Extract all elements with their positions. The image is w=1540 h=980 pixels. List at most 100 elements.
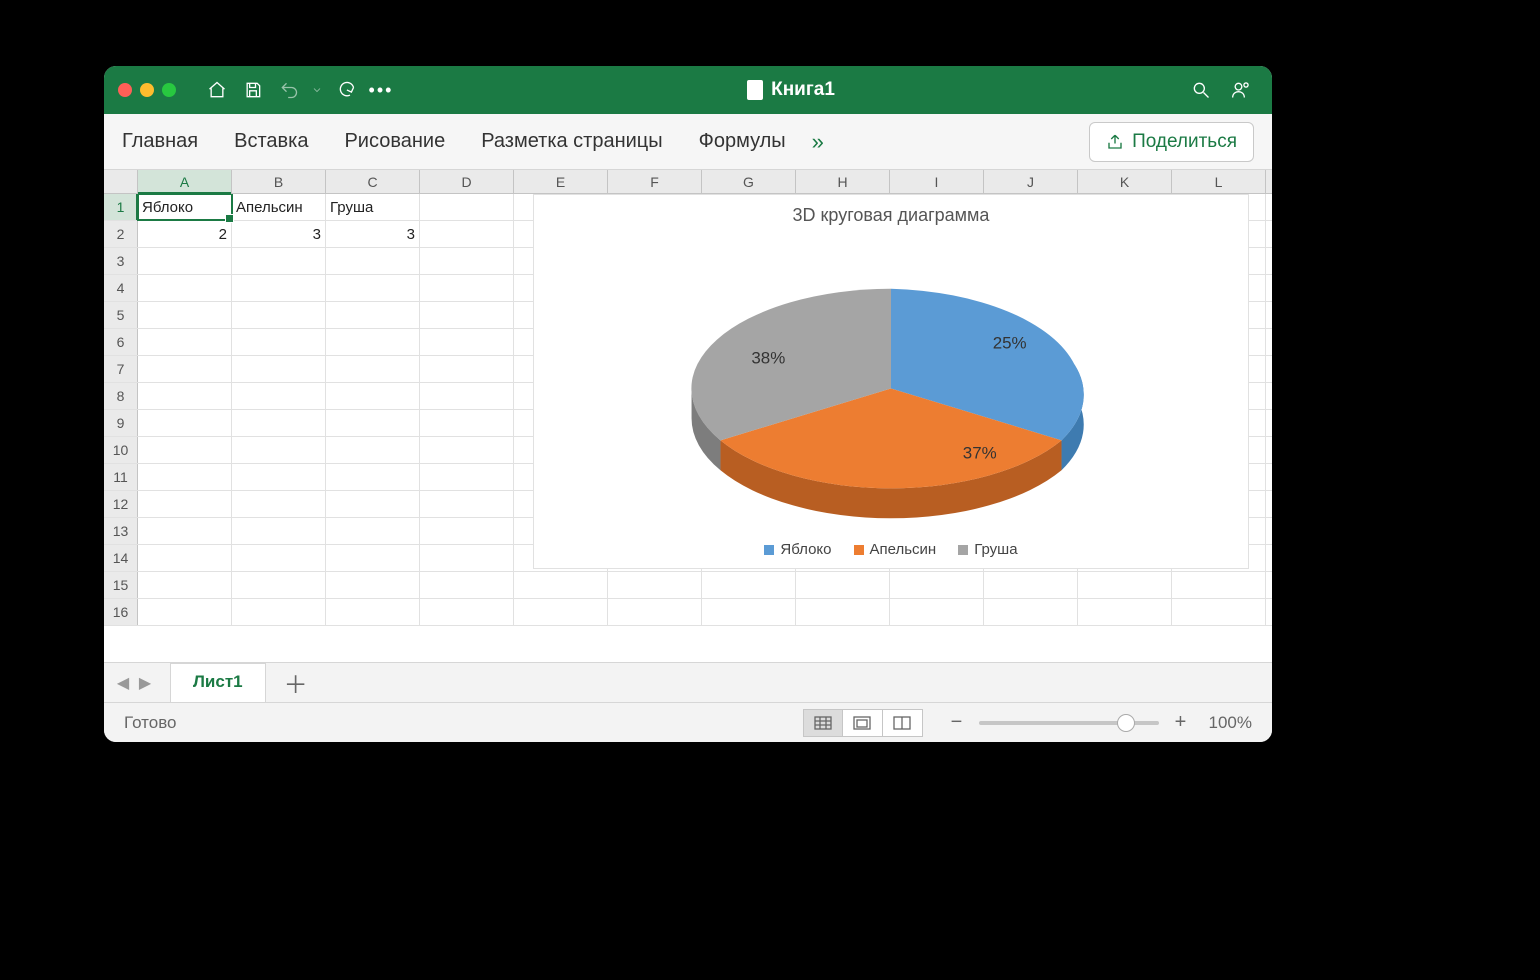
- cell[interactable]: [232, 464, 326, 490]
- cell[interactable]: [514, 572, 608, 598]
- row-header[interactable]: 12: [104, 491, 138, 517]
- save-button[interactable]: [236, 73, 270, 107]
- tab-overflow-icon[interactable]: »: [812, 129, 824, 155]
- cell[interactable]: [420, 329, 514, 355]
- cell[interactable]: [138, 437, 232, 463]
- cell[interactable]: [326, 491, 420, 517]
- share-button[interactable]: Поделиться: [1089, 122, 1254, 162]
- cell[interactable]: [514, 599, 608, 625]
- row-header[interactable]: 13: [104, 518, 138, 544]
- cell[interactable]: [420, 572, 514, 598]
- row-header[interactable]: 5: [104, 302, 138, 328]
- view-normal-button[interactable]: [803, 709, 843, 737]
- cell[interactable]: [420, 383, 514, 409]
- cell[interactable]: [138, 410, 232, 436]
- zoom-slider[interactable]: [979, 721, 1159, 725]
- cell[interactable]: [420, 464, 514, 490]
- select-all-corner[interactable]: [104, 170, 138, 193]
- cell[interactable]: [138, 248, 232, 274]
- cell[interactable]: [326, 248, 420, 274]
- cell[interactable]: [138, 302, 232, 328]
- cell[interactable]: [138, 572, 232, 598]
- row-header[interactable]: 9: [104, 410, 138, 436]
- row-header[interactable]: 2: [104, 221, 138, 247]
- sheet-nav-next-icon[interactable]: ▶: [134, 673, 156, 693]
- cell[interactable]: [138, 356, 232, 382]
- column-headers[interactable]: ABCDEFGHIJKL: [104, 170, 1272, 194]
- tab-formulas[interactable]: Формулы: [699, 130, 786, 153]
- cell[interactable]: [138, 275, 232, 301]
- home-button[interactable]: [200, 73, 234, 107]
- cell[interactable]: [138, 518, 232, 544]
- cell[interactable]: [232, 545, 326, 571]
- redo-button[interactable]: [328, 73, 362, 107]
- tab-page-layout[interactable]: Разметка страницы: [481, 130, 662, 153]
- cell[interactable]: [138, 464, 232, 490]
- close-window-icon[interactable]: [118, 83, 132, 97]
- column-header[interactable]: J: [984, 170, 1078, 193]
- cell[interactable]: [796, 599, 890, 625]
- zoom-in-button[interactable]: +: [1171, 711, 1191, 734]
- cell[interactable]: [702, 599, 796, 625]
- row-header[interactable]: 4: [104, 275, 138, 301]
- cell[interactable]: [232, 275, 326, 301]
- cell[interactable]: [420, 194, 514, 220]
- cell[interactable]: [702, 572, 796, 598]
- cell[interactable]: [1172, 572, 1266, 598]
- tab-draw[interactable]: Рисование: [344, 130, 445, 153]
- cell[interactable]: Груша: [326, 194, 420, 220]
- row-header[interactable]: 16: [104, 599, 138, 625]
- cell[interactable]: [420, 302, 514, 328]
- row-header[interactable]: 3: [104, 248, 138, 274]
- cell[interactable]: [138, 329, 232, 355]
- cell[interactable]: [796, 572, 890, 598]
- column-header[interactable]: B: [232, 170, 326, 193]
- cell[interactable]: [232, 437, 326, 463]
- spreadsheet-grid[interactable]: ABCDEFGHIJKL 1ЯблокоАпельсинГруша2233345…: [104, 170, 1272, 662]
- cell[interactable]: [138, 599, 232, 625]
- cell[interactable]: [420, 356, 514, 382]
- cell[interactable]: [1078, 572, 1172, 598]
- cell[interactable]: [420, 248, 514, 274]
- cell[interactable]: [138, 545, 232, 571]
- cell[interactable]: Яблоко: [138, 194, 232, 220]
- cell[interactable]: [420, 545, 514, 571]
- cell[interactable]: [420, 599, 514, 625]
- zoom-thumb[interactable]: [1117, 714, 1135, 732]
- row-header[interactable]: 6: [104, 329, 138, 355]
- cell[interactable]: [232, 383, 326, 409]
- cell[interactable]: [420, 275, 514, 301]
- cell[interactable]: [420, 518, 514, 544]
- column-header[interactable]: I: [890, 170, 984, 193]
- cell[interactable]: [138, 383, 232, 409]
- add-sheet-button[interactable]: ＋: [284, 665, 308, 700]
- undo-dropdown-icon[interactable]: [308, 73, 326, 107]
- undo-button[interactable]: [272, 73, 306, 107]
- cell[interactable]: [138, 491, 232, 517]
- row-header[interactable]: 10: [104, 437, 138, 463]
- cell[interactable]: Апельсин: [232, 194, 326, 220]
- maximize-window-icon[interactable]: [162, 83, 176, 97]
- row-header[interactable]: 1: [104, 194, 138, 220]
- more-toolbar-icon[interactable]: •••: [364, 73, 398, 107]
- cell[interactable]: [420, 491, 514, 517]
- cell[interactable]: [326, 599, 420, 625]
- chart-object[interactable]: 3D круговая диаграмма 25% 37%: [533, 194, 1249, 569]
- cell[interactable]: [890, 572, 984, 598]
- cell[interactable]: 3: [326, 221, 420, 247]
- cell[interactable]: [608, 599, 702, 625]
- cell[interactable]: 2: [138, 221, 232, 247]
- sheet-tab[interactable]: Лист1: [170, 663, 266, 702]
- cell[interactable]: [232, 329, 326, 355]
- cell[interactable]: [1172, 599, 1266, 625]
- cell[interactable]: [326, 545, 420, 571]
- cell[interactable]: [326, 302, 420, 328]
- cell[interactable]: [326, 464, 420, 490]
- minimize-window-icon[interactable]: [140, 83, 154, 97]
- cell[interactable]: [890, 599, 984, 625]
- cell[interactable]: [232, 410, 326, 436]
- view-page-layout-button[interactable]: [843, 709, 883, 737]
- cell[interactable]: [326, 437, 420, 463]
- cell[interactable]: [608, 572, 702, 598]
- cell[interactable]: [984, 599, 1078, 625]
